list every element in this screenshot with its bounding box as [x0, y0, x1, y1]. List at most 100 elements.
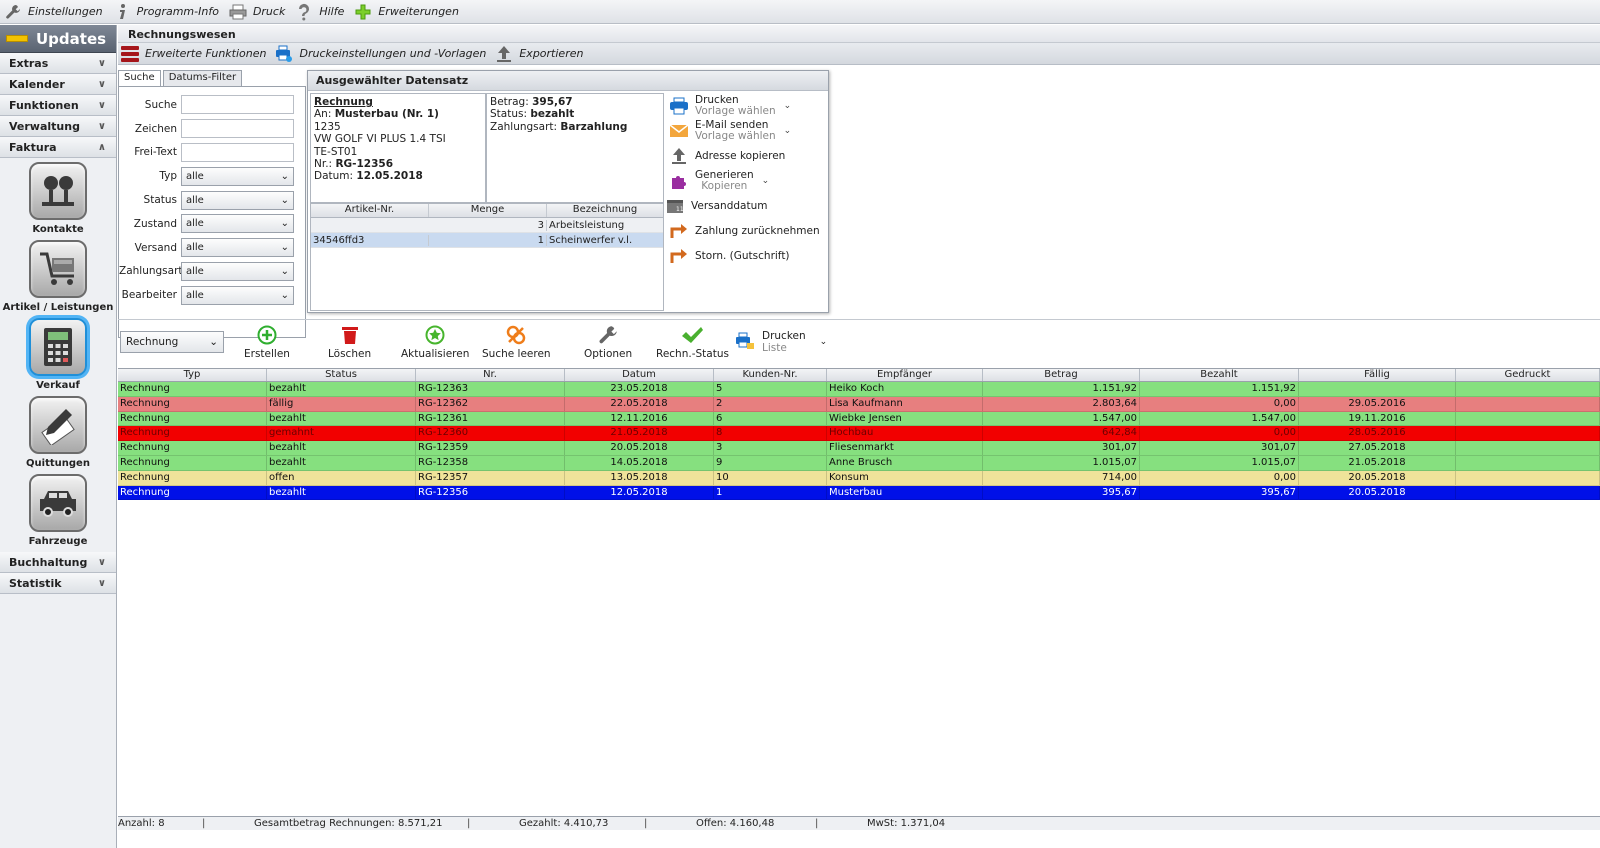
help-icon [295, 3, 313, 21]
printer-settings-icon [274, 45, 294, 63]
revert-payment-button[interactable]: Zahlung zurücknehmen [668, 218, 828, 243]
table-row[interactable]: Rechnung bezahlt RG-12358 14.05.2018 9 Anne B… [118, 455, 1600, 471]
print-template-button[interactable]: Drucken Vorlage wählen ⌄ [668, 93, 828, 118]
column-header[interactable]: Menge [429, 204, 547, 217]
zeichen-input[interactable] [181, 119, 294, 139]
menu-druck[interactable]: Druck [229, 3, 285, 21]
column-header[interactable]: Typ [118, 369, 267, 381]
separator: | [202, 818, 206, 829]
table-row[interactable]: 34546ffd3 1 Scheinwerfer v.l. [311, 233, 663, 248]
typ-select[interactable]: alle ⌄ [181, 166, 294, 186]
sidebar-section-funktionen[interactable]: Funktionen ∨ [0, 95, 116, 116]
table-row[interactable]: Rechnung bezahlt RG-12363 23.05.2018 5 Heiko … [118, 382, 1600, 397]
table-row[interactable]: Rechnung bezahlt RG-12359 20.05.2018 3 Fliese… [118, 441, 1600, 456]
table-cell: 301,07 [1140, 441, 1299, 455]
updates-button[interactable]: Updates [0, 25, 116, 53]
table-cell: 28.05.2016 [1299, 426, 1456, 441]
chevron-down-icon: ⌄ [280, 170, 289, 182]
column-header[interactable]: Gedruckt [1456, 369, 1600, 381]
column-header[interactable]: Kunden-Nr. [714, 369, 827, 381]
table-cell: 1.015,07 [983, 455, 1140, 470]
status-count: Anzahl: 8 [118, 818, 165, 829]
tile-quittungen[interactable]: Quittungen [0, 396, 116, 470]
select-value: Rechnung [126, 336, 179, 348]
column-header[interactable]: Betrag [983, 369, 1140, 381]
tile-verkauf[interactable]: Verkauf [0, 318, 116, 392]
copy-address-button[interactable]: Adresse kopieren [668, 143, 828, 168]
chevron-down-icon[interactable]: ⌄ [820, 337, 828, 347]
record-number: Nr.: RG-12356 [314, 158, 482, 170]
table-row[interactable]: Rechnung fällig RG-12362 22.05.2018 2 Lisa Ka… [118, 396, 1600, 412]
status-select[interactable]: alle ⌄ [181, 190, 294, 210]
search-input[interactable] [181, 95, 294, 115]
chevron-down-icon[interactable]: ⌄ [784, 126, 792, 136]
sidebar-section-verwaltung[interactable]: Verwaltung ∨ [0, 116, 116, 137]
field-label: Zahlungsart [119, 265, 183, 278]
ship-date-button[interactable]: 11 Versanddatum [664, 193, 828, 218]
table-cell: 2 [714, 396, 827, 411]
refresh-button[interactable]: Aktualisieren [401, 324, 469, 360]
search-row: Frei-Text [119, 141, 305, 165]
invoice-status-label: Rechn.-Status [656, 348, 729, 360]
tile-fahrzeuge[interactable]: Fahrzeuge [0, 474, 116, 548]
label: Datum: [314, 170, 354, 183]
column-header[interactable]: Fällig [1299, 369, 1456, 381]
sidebar-section-buchhaltung[interactable]: Buchhaltung ∨ [0, 552, 116, 573]
column-header[interactable]: Bezahlt [1140, 369, 1299, 381]
table-row[interactable]: Rechnung bezahlt RG-12361 12.11.2016 6 Wiebke… [118, 411, 1600, 427]
table-cell: gemahnt [267, 426, 416, 441]
zustand-select[interactable]: alle ⌄ [181, 214, 294, 234]
tile-kontakte[interactable]: Kontakte [0, 162, 116, 236]
menu-erweiterungen[interactable]: Erweiterungen [354, 3, 459, 21]
extended-functions-button[interactable]: Erweiterte Funktionen [120, 45, 266, 63]
column-header[interactable]: Bezeichnung [547, 204, 663, 217]
checkmark-icon [681, 324, 704, 346]
table-cell: Fliesenmarkt [827, 441, 983, 455]
table-row[interactable]: 3 Arbeitsleistung [311, 218, 663, 233]
options-button[interactable]: Optionen [584, 324, 632, 360]
column-header[interactable]: Empfänger [827, 369, 983, 381]
status-open: Offen: 4.160,48 [696, 818, 775, 829]
document-type-select[interactable]: Rechnung ⌄ [120, 331, 224, 353]
label: Zahlungsart: [490, 120, 558, 133]
menu-einstellungen[interactable]: Einstellungen [4, 3, 103, 21]
menu-hilfe[interactable]: Hilfe [295, 3, 344, 21]
cancel-credit-button[interactable]: Storn. (Gutschrift) [668, 243, 828, 268]
export-button[interactable]: Exportieren [494, 45, 583, 63]
search-form: Suche Zeichen Frei-Text Typ alle ⌄ Status a… [118, 86, 306, 338]
sidebar-section-statistik[interactable]: Statistik ∨ [0, 573, 116, 594]
invoice-status-button[interactable]: Rechn.-Status [656, 324, 729, 360]
table-row[interactable]: Rechnung bezahlt RG-12356 12.05.2018 1 Muster… [118, 485, 1600, 501]
tile-artikel-leistungen[interactable]: Artikel / Leistungen [0, 240, 116, 314]
versand-select[interactable]: alle ⌄ [181, 238, 294, 258]
menu-programm-info[interactable]: Programm-Info [113, 3, 219, 21]
sidebar-section-faktura[interactable]: Faktura ∧ [0, 137, 116, 158]
table-row[interactable]: Rechnung offen RG-12357 13.05.2018 10 Konsum 7… [118, 470, 1600, 486]
print-settings-button[interactable]: Druckeinstellungen und -Vorlagen [274, 45, 486, 63]
zahlungsart-select[interactable]: alle ⌄ [181, 261, 294, 281]
sidebar-section-kalender[interactable]: Kalender ∨ [0, 74, 116, 95]
table-row[interactable]: Rechnung gemahnt RG-12360 21.05.2018 8 Hochba… [118, 426, 1600, 442]
tab-suche[interactable]: Suche [118, 70, 161, 86]
clear-search-button[interactable]: Suche leeren [482, 324, 551, 360]
bearbeiter-select[interactable]: alle ⌄ [181, 285, 294, 305]
print-list-button[interactable]: Drucken Liste ⌄ [734, 330, 827, 354]
column-header[interactable]: Datum [565, 369, 714, 381]
column-header[interactable]: Status [267, 369, 416, 381]
chevron-down-icon[interactable]: ⌄ [762, 176, 770, 186]
column-header[interactable]: Artikel-Nr. [311, 204, 429, 217]
chevron-down-icon: ⌄ [209, 336, 218, 348]
generate-button[interactable]: Generieren Kopieren ⌄ [668, 168, 828, 193]
freitext-input[interactable] [181, 142, 294, 162]
top-menu-bar: Einstellungen Programm-Info Druck Hilfe … [0, 0, 1600, 24]
action-toolbar: Rechnung ⌄ Erstellen Löschen Aktualisiere… [118, 319, 1600, 365]
delete-button[interactable]: Löschen [328, 324, 371, 360]
sidebar-section-extras[interactable]: Extras ∨ [0, 53, 116, 74]
column-header[interactable]: Nr. [416, 369, 565, 381]
email-send-button[interactable]: E-Mail senden Vorlage wählen ⌄ [668, 118, 828, 143]
search-row: Typ alle ⌄ [119, 164, 305, 188]
chevron-down-icon[interactable]: ⌄ [784, 101, 792, 111]
select-value: alle [186, 289, 204, 301]
create-button[interactable]: Erstellen [244, 324, 290, 360]
tab-datums-filter[interactable]: Datums-Filter [162, 70, 243, 86]
